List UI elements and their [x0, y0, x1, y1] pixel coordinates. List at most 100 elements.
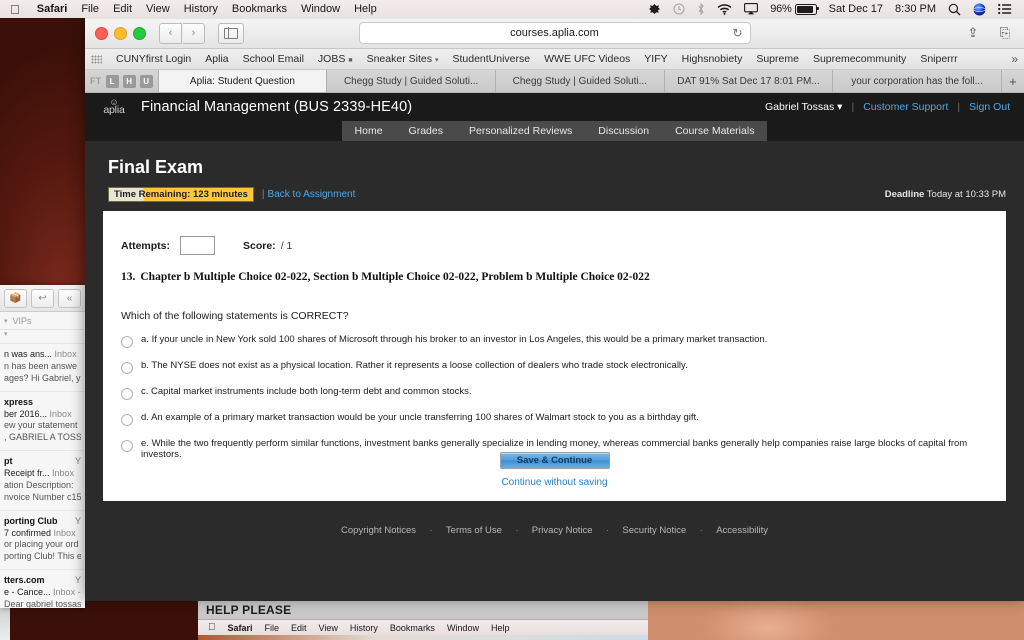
menu-item-edit[interactable]: Edit [285, 623, 313, 633]
menu-item-view[interactable]: View [139, 3, 177, 15]
menu-item-bookmarks[interactable]: Bookmarks [225, 3, 294, 15]
mail-window[interactable]: 📦 ↩ « ▾ VIPs ▾ n was ans... Inbox n has … [0, 285, 85, 608]
bookmark-aplia[interactable]: Aplia [198, 53, 235, 65]
tab-chegg-study-2[interactable]: Chegg Study | Guided Soluti... [494, 70, 664, 92]
apple-logo-icon[interactable]:  [0, 3, 30, 16]
bookmark-highsnobiety[interactable]: Highsnobiety [675, 53, 750, 65]
continue-without-saving-link[interactable]: Continue without saving [103, 477, 1006, 488]
safari-window[interactable]: ‹ › courses.aplia.com ↻ ⇪ ⎘ CUNYfirst Lo… [85, 18, 1024, 601]
tab-chegg-study-1[interactable]: Chegg Study | Guided Soluti... [326, 70, 495, 92]
navigation-buttons[interactable]: ‹ › [159, 22, 205, 44]
customer-support-link[interactable]: Customer Support [863, 101, 948, 113]
list-item[interactable]: porting Club Y 7 confirmed Inbox or placi… [0, 511, 85, 571]
sign-out-link[interactable]: Sign Out [969, 101, 1010, 113]
menu-item-history[interactable]: History [344, 623, 384, 633]
menu-item-window[interactable]: Window [441, 623, 485, 633]
new-tab-button[interactable]: + [1000, 70, 1024, 92]
menu-item-safari[interactable]: Safari [222, 623, 259, 633]
menu-item-safari[interactable]: Safari [30, 3, 75, 15]
radio-button-c[interactable] [121, 388, 133, 400]
list-item[interactable]: tters.comY e - Cance... Inbox - Google D… [0, 570, 85, 608]
tab-your-corporation[interactable]: your corporation has the foll... [832, 70, 1001, 92]
forward-icon[interactable]: › [183, 22, 205, 44]
menu-item-view[interactable]: View [313, 623, 344, 633]
nav-item-discussion[interactable]: Discussion [585, 121, 662, 141]
menu-item-window[interactable]: Window [294, 3, 347, 15]
list-item[interactable]: pt Y Receipt fr... Inbox ation Descriptio… [0, 451, 85, 511]
tab-dat[interactable]: DAT 91% Sat Dec 17 8:01 PM... [663, 70, 833, 92]
list-item[interactable]: xpress ber 2016... Inbox ew your stateme… [0, 392, 85, 452]
answer-choice-b[interactable]: b. The NYSE does not exist as a physical… [121, 360, 988, 374]
show-all-tabs-icon[interactable]: ⎘ [994, 24, 1016, 43]
menu-item-help[interactable]: Help [485, 623, 516, 633]
bookmark-yify[interactable]: YIFY [637, 53, 674, 65]
mail-vips-row[interactable]: ▾ VIPs [0, 312, 85, 330]
attempts-input[interactable] [180, 236, 215, 255]
footer-link-terms-of-use[interactable]: Terms of Use [446, 525, 502, 536]
mac-menu-bar[interactable]:  Safari File Edit View History Bookmark… [0, 0, 1024, 18]
antivirus-icon[interactable] [642, 3, 667, 15]
favicon-l[interactable]: L [105, 74, 119, 88]
nav-item-grades[interactable]: Grades [396, 121, 456, 141]
search-icon[interactable] [942, 3, 967, 16]
share-icon[interactable]: ⇪ [962, 24, 984, 43]
time-machine-icon[interactable] [667, 3, 691, 15]
bookmark-supreme[interactable]: Supreme [749, 53, 806, 65]
user-menu[interactable]: Gabriel Tossas ▾ [765, 101, 842, 113]
bookmark-sniperrr[interactable]: Sniperrr [913, 53, 964, 65]
bluetooth-icon[interactable] [691, 3, 711, 15]
bookmark-wwe-ufc-videos[interactable]: WWE UFC Videos [537, 53, 637, 65]
tab-bar[interactable]: FT L H U Aplia: Student Question Chegg S… [85, 70, 1024, 93]
menu-item-bookmarks[interactable]: Bookmarks [384, 623, 441, 633]
list-item[interactable]: n was ans... Inbox n has been answe ages… [0, 344, 85, 392]
help-please-window[interactable]: HELP PLEASE  Safari File Edit View Hist… [198, 598, 648, 640]
menu-item-history[interactable]: History [177, 3, 225, 15]
close-window-button[interactable] [95, 26, 108, 40]
aplia-nav[interactable]: Home Grades Personalized Reviews Discuss… [85, 121, 1024, 141]
reload-icon[interactable]: ↻ [732, 26, 742, 40]
airplay-icon[interactable] [738, 3, 764, 15]
radio-button-a[interactable] [121, 336, 133, 348]
bookmark-jobs[interactable]: JOBS ■ [311, 53, 360, 65]
battery-status[interactable]: 96% [764, 3, 822, 15]
reply-icon[interactable]: ↩ [31, 288, 54, 308]
save-and-continue-button[interactable]: Save & Continue [499, 452, 610, 469]
nav-item-course-materials[interactable]: Course Materials [662, 121, 767, 141]
siri-icon[interactable] [967, 3, 992, 16]
answer-choice-c[interactable]: c. Capital market instruments include bo… [121, 386, 988, 400]
bookmarks-overflow-icon[interactable]: » [1005, 52, 1018, 66]
radio-button-d[interactable] [121, 414, 133, 426]
favicon-u[interactable]: U [139, 74, 153, 88]
menu-item-edit[interactable]: Edit [106, 3, 139, 15]
notification-center-icon[interactable] [992, 3, 1018, 15]
bookmark-school-email[interactable]: School Email [236, 53, 311, 65]
menu-item-file[interactable]: File [259, 623, 286, 633]
reply-all-icon[interactable]: « [58, 288, 81, 308]
back-icon[interactable]: ‹ [159, 22, 182, 44]
wifi-icon[interactable] [711, 3, 738, 15]
radio-button-b[interactable] [121, 362, 133, 374]
minimize-window-button[interactable] [114, 26, 127, 40]
window-controls[interactable] [95, 26, 146, 40]
answer-choice-a[interactable]: a. If your uncle in New York sold 100 sh… [121, 334, 988, 348]
address-bar[interactable]: courses.aplia.com ↻ [358, 22, 751, 44]
archive-icon[interactable]: 📦 [4, 288, 27, 308]
footer-link-security-notice[interactable]: Security Notice [622, 525, 686, 536]
footer-link-copyright-notices[interactable]: Copyright Notices [341, 525, 416, 536]
back-to-assignment-link[interactable]: | Back to Assignment [262, 189, 355, 200]
bookmark-sneaker-sites[interactable]: Sneaker Sites ▾ [360, 53, 446, 65]
bookmark-studentuniverse[interactable]: StudentUniverse [445, 53, 537, 65]
footer-link-accessibility[interactable]: Accessibility [716, 525, 768, 536]
answer-choice-d[interactable]: d. An example of a primary market transa… [121, 412, 988, 426]
tab-aplia-student-question[interactable]: Aplia: Student Question [157, 70, 327, 92]
show-favorites-grid-icon[interactable] [91, 54, 102, 64]
aplia-logo[interactable]: ☺ aplia [99, 98, 129, 116]
maximize-window-button[interactable] [133, 26, 146, 40]
bookmark-supremecommunity[interactable]: Supremecommunity [806, 53, 913, 65]
bookmarks-bar[interactable]: CUNYfirst Login Aplia School Email JOBS ■… [85, 49, 1024, 70]
nav-item-home[interactable]: Home [342, 121, 396, 141]
nav-item-personalized-reviews[interactable]: Personalized Reviews [456, 121, 585, 141]
menu-item-file[interactable]: File [74, 3, 106, 15]
menu-item-help[interactable]: Help [347, 3, 384, 15]
bookmark-cunyfirst-login[interactable]: CUNYfirst Login [109, 53, 198, 65]
